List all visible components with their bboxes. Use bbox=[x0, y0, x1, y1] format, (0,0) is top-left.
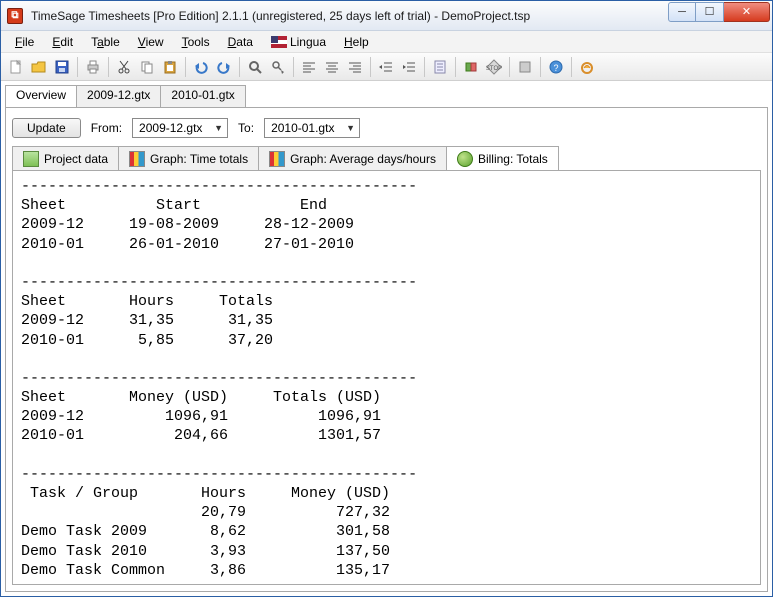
align-left-icon[interactable] bbox=[298, 56, 320, 78]
print-icon[interactable] bbox=[82, 56, 104, 78]
menu-file[interactable]: File bbox=[7, 33, 42, 51]
find-icon[interactable] bbox=[244, 56, 266, 78]
bar-chart-icon bbox=[129, 151, 145, 167]
close-button[interactable]: ✕ bbox=[724, 2, 770, 22]
tab-label: Graph: Time totals bbox=[150, 152, 248, 166]
tab-label: Billing: Totals bbox=[478, 152, 548, 166]
notes-icon[interactable] bbox=[429, 56, 451, 78]
flag-icon bbox=[271, 36, 287, 48]
menu-edit[interactable]: Edit bbox=[44, 33, 81, 51]
chevron-down-icon: ▼ bbox=[346, 123, 355, 133]
save-icon[interactable] bbox=[51, 56, 73, 78]
project-data-icon bbox=[23, 151, 39, 167]
tab-label: Project data bbox=[44, 152, 108, 166]
to-label: To: bbox=[238, 121, 254, 135]
menu-data[interactable]: Data bbox=[220, 33, 261, 51]
timer-start-icon[interactable] bbox=[460, 56, 482, 78]
menubar: File Edit Table View Tools Data Lingua H… bbox=[1, 31, 772, 53]
cut-icon[interactable] bbox=[113, 56, 135, 78]
undo-icon[interactable] bbox=[190, 56, 212, 78]
tab-2010-01[interactable]: 2010-01.gtx bbox=[160, 85, 245, 107]
menu-lingua[interactable]: Lingua bbox=[263, 33, 334, 51]
tab-graph-average-days[interactable]: Graph: Average days/hours bbox=[258, 146, 447, 170]
tab-overview[interactable]: Overview bbox=[5, 85, 77, 107]
redo-icon[interactable] bbox=[213, 56, 235, 78]
bar-chart-icon bbox=[269, 151, 285, 167]
align-center-icon[interactable] bbox=[321, 56, 343, 78]
from-label: From: bbox=[91, 121, 122, 135]
window-title: TimeSage Timesheets [Pro Edition] 2.1.1 … bbox=[29, 9, 668, 23]
new-file-icon[interactable] bbox=[5, 56, 27, 78]
overview-panel: Update From: 2009-12.gtx ▼ To: 2010-01.g… bbox=[5, 107, 768, 592]
toolbar: STOP ? bbox=[1, 53, 772, 81]
tab-2009-12[interactable]: 2009-12.gtx bbox=[76, 85, 161, 107]
from-dropdown[interactable]: 2009-12.gtx ▼ bbox=[132, 118, 228, 138]
chevron-down-icon: ▼ bbox=[214, 123, 223, 133]
billing-panel: ----------------------------------------… bbox=[12, 170, 761, 585]
menu-tools[interactable]: Tools bbox=[174, 33, 218, 51]
align-right-icon[interactable] bbox=[344, 56, 366, 78]
help-icon[interactable]: ? bbox=[545, 56, 567, 78]
to-dropdown[interactable]: 2010-01.gtx ▼ bbox=[264, 118, 360, 138]
overview-inner-tabs: Project data Graph: Time totals Graph: A… bbox=[12, 146, 761, 170]
open-file-icon[interactable] bbox=[28, 56, 50, 78]
content-area: Overview 2009-12.gtx 2010-01.gtx Update … bbox=[1, 81, 772, 596]
to-value: 2010-01.gtx bbox=[271, 121, 334, 135]
minimize-button[interactable]: ─ bbox=[668, 2, 696, 22]
menu-table[interactable]: Table bbox=[83, 33, 128, 51]
indent-icon[interactable] bbox=[375, 56, 397, 78]
from-value: 2009-12.gtx bbox=[139, 121, 202, 135]
tab-billing-totals[interactable]: Billing: Totals bbox=[446, 146, 559, 170]
minimize-to-tray-icon[interactable] bbox=[514, 56, 536, 78]
outdent-icon[interactable] bbox=[398, 56, 420, 78]
tab-label: Graph: Average days/hours bbox=[290, 152, 436, 166]
home-icon[interactable] bbox=[576, 56, 598, 78]
update-button[interactable]: Update bbox=[12, 118, 81, 138]
svg-text:STOP: STOP bbox=[486, 66, 502, 72]
tab-graph-time-totals[interactable]: Graph: Time totals bbox=[118, 146, 259, 170]
filter-row: Update From: 2009-12.gtx ▼ To: 2010-01.g… bbox=[12, 114, 761, 146]
timer-stop-icon[interactable]: STOP bbox=[483, 56, 505, 78]
paste-icon[interactable] bbox=[159, 56, 181, 78]
app-icon: ⧉ bbox=[7, 8, 23, 24]
titlebar[interactable]: ⧉ TimeSage Timesheets [Pro Edition] 2.1.… bbox=[1, 1, 772, 31]
billing-report-text[interactable]: ----------------------------------------… bbox=[13, 171, 760, 584]
maximize-button[interactable]: ☐ bbox=[696, 2, 724, 22]
goto-icon[interactable] bbox=[267, 56, 289, 78]
svg-text:?: ? bbox=[553, 63, 558, 73]
tab-project-data[interactable]: Project data bbox=[12, 146, 119, 170]
billing-icon bbox=[457, 151, 473, 167]
menu-help[interactable]: Help bbox=[336, 33, 377, 51]
window-controls: ─ ☐ ✕ bbox=[668, 2, 770, 22]
menu-view[interactable]: View bbox=[130, 33, 172, 51]
app-window: ⧉ TimeSage Timesheets [Pro Edition] 2.1.… bbox=[0, 0, 773, 597]
copy-icon[interactable] bbox=[136, 56, 158, 78]
document-tabs: Overview 2009-12.gtx 2010-01.gtx bbox=[5, 85, 768, 107]
